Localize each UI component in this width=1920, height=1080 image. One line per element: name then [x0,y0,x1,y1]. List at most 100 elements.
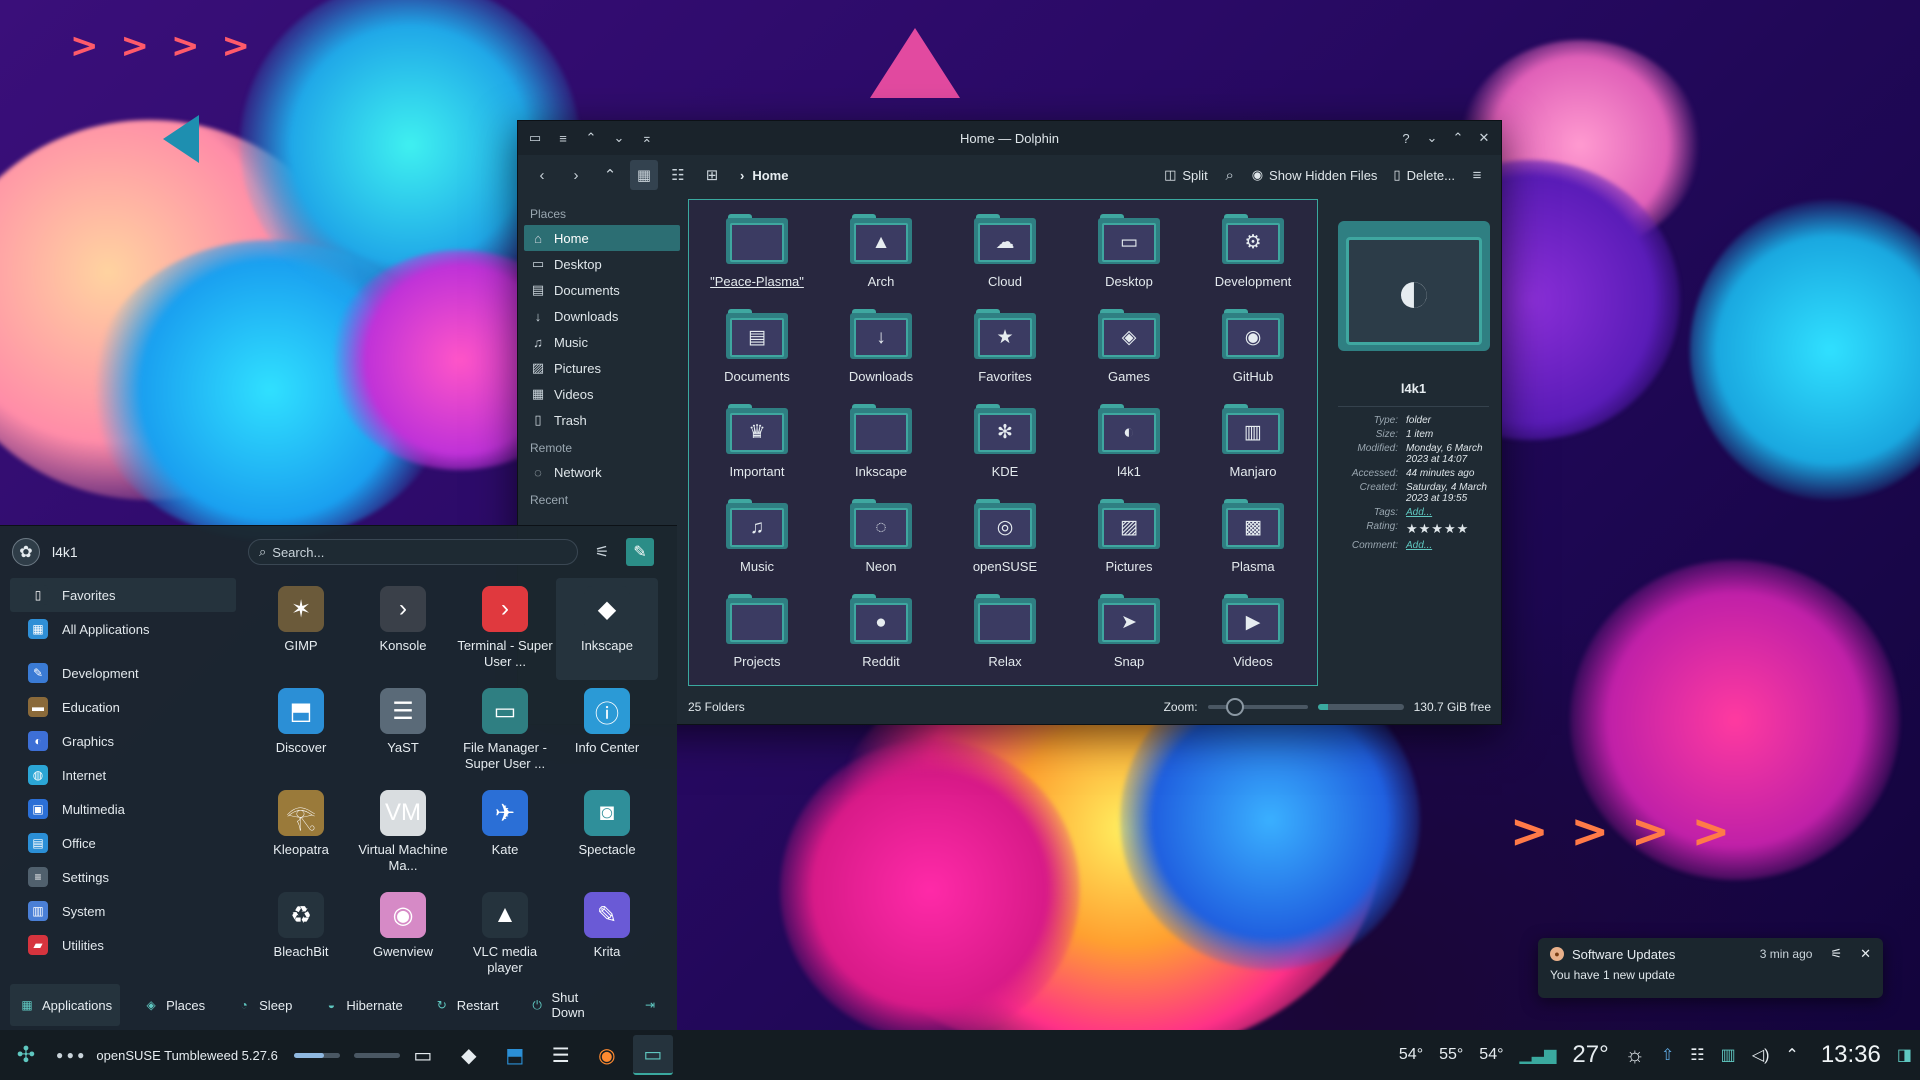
folder-item[interactable]: ◎ openSUSE [943,495,1067,590]
places-item-videos[interactable]: ▦ Videos [524,381,680,407]
folder-item[interactable]: ◐ l4k1 [1067,400,1191,495]
task-discover[interactable]: ⬒ [495,1035,535,1075]
folder-item[interactable]: "Peace-Plasma" [695,210,819,305]
folder-item[interactable]: ➤ Snap [1067,590,1191,685]
search-icon[interactable]: ⌕ [1216,160,1244,190]
app-menu-icon[interactable]: ▭ [526,129,544,147]
places-item-documents[interactable]: ▤ Documents [524,277,680,303]
rating-stars[interactable]: ★★★★★ [1406,521,1469,537]
app-vlc-media-player[interactable]: ▲ VLC media player [454,884,556,986]
category-multimedia[interactable]: ▣ Multimedia [10,792,236,826]
folder-item[interactable]: ◈ Games [1067,305,1191,400]
breadcrumb-home[interactable]: Home [752,168,788,183]
app-info-center[interactable]: ⓘ Info Center [556,680,658,782]
delete-button[interactable]: ▯ Delete... [1385,167,1463,183]
category-office[interactable]: ▤ Office [10,826,236,860]
places-item-home[interactable]: ⌂ Home [524,225,680,251]
folder-item[interactable]: ★ Favorites [943,305,1067,400]
folder-item[interactable]: ▶ Videos [1191,590,1315,685]
weather-temp[interactable]: 27° [1572,1041,1608,1069]
folder-item[interactable]: ◉ GitHub [1191,305,1315,400]
app-gimp[interactable]: ✶ GIMP [250,578,352,680]
hibernate-button[interactable]: ◒ Hibernate [314,984,410,1026]
places-item-desktop[interactable]: ▭ Desktop [524,251,680,277]
task-yast[interactable]: ☰ [541,1035,581,1075]
places-item-music[interactable]: ♫ Music [524,329,680,355]
category-education[interactable]: ▬ Education [10,690,236,724]
pager-icon[interactable]: ● ● ● [56,1048,84,1062]
app-yast[interactable]: ☰ YaST [352,680,454,782]
hamburger-icon[interactable]: ≡ [554,129,572,147]
title-bar[interactable]: ▭ ≡ ⌃ ⌄ ⌅ Home — Dolphin ? ⌄ ⌃ ✕ [518,121,1501,155]
notification-close-icon[interactable]: ✕ [1860,946,1871,962]
places-item-trash[interactable]: ▯ Trash [524,407,680,433]
applications-tab[interactable]: ▦ Applications [10,984,121,1026]
breadcrumb[interactable]: › Home [740,168,788,183]
app-krita[interactable]: ✎ Krita [556,884,658,986]
up-icon[interactable]: ⌃ [596,160,624,190]
clipboard-icon[interactable]: ▥ [1721,1045,1736,1065]
system-monitor-icon[interactable]: ▁▃▆ [1520,1045,1557,1065]
restart-button[interactable]: ↻ Restart [425,984,507,1026]
minimize-icon[interactable]: ⌄ [1423,129,1441,147]
app-bleachbit[interactable]: ♻ BleachBit [250,884,352,986]
folder-item[interactable]: ▥ Manjaro [1191,400,1315,495]
search-box[interactable]: ⌕ [248,539,578,565]
app-virtual-machine-ma[interactable]: VM Virtual Machine Ma... [352,782,454,884]
folder-item[interactable]: ♫ Music [695,495,819,590]
split-button[interactable]: ◫ Split [1156,167,1216,183]
clock[interactable]: 13:36 [1821,1041,1881,1069]
folder-item[interactable]: ● Reddit [819,590,943,685]
details-view-icon[interactable]: ⊞ [698,160,726,190]
speaker-icon[interactable]: ◁) [1752,1045,1770,1065]
folder-grid[interactable]: "Peace-Plasma" ▲ Arch ☁ Cloud ▭ Desktop ⚙ Develo… [688,199,1318,686]
maximize-icon[interactable]: ⌃ [1449,129,1467,147]
configure-icon[interactable]: ⚟ [588,538,616,566]
pin-icon[interactable]: ✎ [626,538,654,566]
category-utilities[interactable]: ▰ Utilities [10,928,236,962]
shade-icon[interactable]: ⌅ [638,129,656,147]
network-icon[interactable]: ☷ [1690,1045,1704,1065]
category-development[interactable]: ✎ Development [10,656,236,690]
brightness-slider[interactable] [353,1052,400,1058]
folder-item[interactable]: ▩ Plasma [1191,495,1315,590]
app-discover[interactable]: ⬒ Discover [250,680,352,782]
app-gwenview[interactable]: ◉ Gwenview [352,884,454,986]
task-inkscape[interactable]: ◆ [449,1035,489,1075]
zoom-slider[interactable] [1207,698,1308,716]
sleep-button[interactable]: ◔ Sleep [227,984,300,1026]
notification-popup[interactable]: ● Software Updates 3 min ago ⚟ ✕ You hav… [1538,938,1883,998]
places-item-pictures[interactable]: ▨ Pictures [524,355,680,381]
task-firefox[interactable]: ◉ [587,1035,627,1075]
folder-item[interactable]: Projects [695,590,819,685]
help-icon[interactable]: ? [1397,129,1415,147]
category-graphics[interactable]: ◐ Graphics [10,724,236,758]
folder-item[interactable]: ♛ Important [695,400,819,495]
volume-slider[interactable] [293,1052,340,1058]
show-desktop-icon[interactable]: ◨ [1897,1045,1912,1065]
leave-button[interactable]: ⇥ [633,984,667,1026]
tray-expand-icon[interactable]: ⌃ [1785,1045,1798,1065]
comment-add-link[interactable]: Add... [1406,540,1432,551]
compact-view-icon[interactable]: ☷ [664,160,692,190]
keep-above-icon[interactable]: ⌃ [582,129,600,147]
places-item-downloads[interactable]: ↓ Downloads [524,303,680,329]
avatar[interactable]: ✿ [12,538,40,566]
folder-item[interactable]: ◌ Neon [819,495,943,590]
folder-item[interactable]: ▲ Arch [819,210,943,305]
menu-icon[interactable]: ≡ [1463,160,1491,190]
close-icon[interactable]: ✕ [1475,129,1493,147]
places-item-network[interactable]: ◌ Network [524,459,680,485]
keep-below-icon[interactable]: ⌄ [610,129,628,147]
folder-item[interactable]: ▭ Desktop [1067,210,1191,305]
tags-add-link[interactable]: Add... [1406,507,1432,518]
app-file-manager-super-user[interactable]: ▭ File Manager - Super User ... [454,680,556,782]
category-internet[interactable]: ◍ Internet [10,758,236,792]
category-system[interactable]: ▥ System [10,894,236,928]
app-konsole[interactable]: › Konsole [352,578,454,680]
app-kleopatra[interactable]: 𓂀 Kleopatra [250,782,352,884]
task-dolphin[interactable]: ▭ [632,1035,673,1075]
update-arrow-icon[interactable]: ⇧ [1661,1045,1674,1065]
folder-item[interactable]: ▤ Documents [695,305,819,400]
back-icon[interactable]: ‹ [528,160,556,190]
